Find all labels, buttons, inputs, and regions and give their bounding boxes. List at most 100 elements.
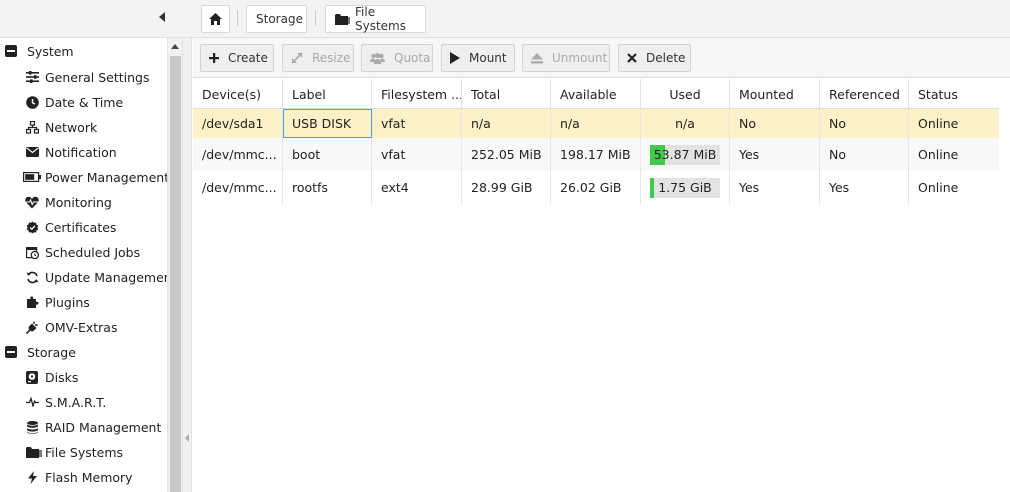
heartbeat-icon xyxy=(25,195,39,209)
cell-status: Online xyxy=(918,116,959,131)
unmount-button[interactable]: Unmount xyxy=(522,44,610,72)
used-progress-text: 1.75 GiB xyxy=(658,179,712,195)
breadcrumb-home-button[interactable] xyxy=(201,5,230,33)
sidebar-item-flash-memory[interactable]: Flash Memory xyxy=(0,465,168,490)
sidebar-item-label: General Settings xyxy=(45,70,150,85)
sidebar-item-label: Disks xyxy=(45,370,79,385)
refresh-icon xyxy=(25,270,39,284)
column-header-status[interactable]: Status xyxy=(909,79,999,109)
sidebar-item-file-systems[interactable]: File Systems xyxy=(0,440,168,465)
sidebar-item-label: Update Management xyxy=(45,270,168,285)
table-row[interactable]: /dev/mmc... boot vfat 252.05 MiB 198.17 … xyxy=(193,138,999,171)
resize-button-label: Resize xyxy=(312,51,351,65)
collapse-group-icon[interactable] xyxy=(5,45,17,57)
sidebar-item-certificates[interactable]: Certificates xyxy=(0,215,168,240)
scroll-up-icon[interactable] xyxy=(171,44,179,49)
breadcrumb-storage[interactable]: Storage xyxy=(246,5,307,33)
column-header-referenced[interactable]: Referenced xyxy=(820,79,909,109)
sidebar-item-power-management[interactable]: Power Management xyxy=(0,165,168,190)
cell-mounted: Yes xyxy=(730,138,820,171)
sidebar-item-update-management[interactable]: Update Management xyxy=(0,265,168,290)
sidebar-item-raid-management[interactable]: RAID Management xyxy=(0,415,168,440)
create-button-label: Create xyxy=(228,51,268,65)
x-icon xyxy=(627,53,637,63)
panel-splitter[interactable] xyxy=(182,38,192,492)
column-header-available[interactable]: Available xyxy=(551,79,641,109)
folder-icon xyxy=(335,13,350,26)
file-systems-grid: Device(s) Label Filesystem ... Total Ava… xyxy=(193,79,1010,492)
cell-total: 252.05 MiB xyxy=(462,138,551,171)
cell-label: boot xyxy=(283,138,372,171)
table-row[interactable]: /dev/mmc... rootfs ext4 28.99 GiB 26.02 … xyxy=(193,171,999,204)
cell-available: n/a xyxy=(551,109,641,138)
top-bar: Storage File Systems xyxy=(0,0,1010,38)
sidebar-item-date-time[interactable]: Date & Time xyxy=(0,90,168,115)
calendar-clock-icon xyxy=(25,245,39,259)
sidebar-item-general-settings[interactable]: General Settings xyxy=(0,65,168,90)
sidebar-item-plugins[interactable]: Plugins xyxy=(0,290,168,315)
cell-available: 198.17 MiB xyxy=(551,138,641,171)
sidebar-item-label: RAID Management xyxy=(45,420,162,435)
sidebar-item-label: Certificates xyxy=(45,220,117,235)
breadcrumb-file-systems[interactable]: File Systems xyxy=(325,5,426,33)
collapse-left-icon[interactable] xyxy=(185,434,189,442)
cell-referenced: No xyxy=(820,109,909,138)
sidebar-item-label: S.M.A.R.T. xyxy=(45,395,107,410)
cell-filesystem: vfat xyxy=(372,138,462,171)
clock-icon xyxy=(25,95,39,109)
envelope-icon xyxy=(25,145,39,159)
used-progress-bar: 1.75 GiB xyxy=(650,177,720,198)
column-header-label[interactable]: Label xyxy=(283,79,372,109)
breadcrumb-storage-label: Storage xyxy=(256,12,303,26)
used-progress-text: 53.87 MiB xyxy=(653,146,717,162)
sidebar-item-label: Scheduled Jobs xyxy=(45,245,141,260)
quota-button[interactable]: Quota xyxy=(361,44,433,72)
resize-button[interactable]: Resize xyxy=(282,44,354,72)
cell-status: Online xyxy=(918,147,959,162)
sidebar-group-system[interactable]: System xyxy=(0,39,168,64)
cell-used: n/a xyxy=(641,109,730,138)
create-button[interactable]: Create xyxy=(200,44,274,72)
sidebar-item-disks[interactable]: Disks xyxy=(0,365,168,390)
cell-device: /dev/mmc... xyxy=(193,171,283,204)
mount-button-label: Mount xyxy=(469,51,507,65)
cell-mounted: Yes xyxy=(730,171,820,204)
eject-icon xyxy=(531,52,543,64)
table-row[interactable]: /dev/sda1 USB DISK vfat n/a n/a n/a No N… xyxy=(193,109,999,138)
sidebar-group-storage[interactable]: Storage xyxy=(0,340,168,365)
column-header-devices[interactable]: Device(s) xyxy=(193,79,283,109)
sidebar-item-network[interactable]: Network xyxy=(0,115,168,140)
cell-used: 1.75 GiB xyxy=(641,171,730,204)
sidebar-item-omv-extras[interactable]: OMV-Extras xyxy=(0,315,168,340)
sidebar-item-smart[interactable]: S.M.A.R.T. xyxy=(0,390,168,415)
app-window: Storage File Systems System General Sett… xyxy=(0,0,1010,492)
delete-button[interactable]: Delete xyxy=(618,44,691,72)
sidebar-item-label: Power Management xyxy=(45,170,168,185)
sidebar-item-scheduled-jobs[interactable]: Scheduled Jobs xyxy=(0,240,168,265)
mount-button[interactable]: Mount xyxy=(441,44,515,72)
bolt-icon xyxy=(25,470,39,484)
folder-icon xyxy=(25,445,42,459)
sidebar-item-notification[interactable]: Notification xyxy=(0,140,168,165)
sidebar-scrollbar[interactable] xyxy=(167,38,182,492)
column-header-total[interactable]: Total xyxy=(462,79,551,109)
column-header-filesystem[interactable]: Filesystem ... xyxy=(372,79,462,109)
column-header-used[interactable]: Used xyxy=(641,79,730,109)
cell-device: /dev/sda1 xyxy=(193,109,283,138)
collapse-navigation-icon[interactable] xyxy=(159,12,165,22)
breadcrumb-file-systems-label: File Systems xyxy=(355,5,406,33)
sidebar-item-monitoring[interactable]: Monitoring xyxy=(0,190,168,215)
cell-label[interactable]: USB DISK xyxy=(283,109,372,138)
delete-button-label: Delete xyxy=(646,51,686,65)
sidebar-navigation: System General Settings Date & Time Netw… xyxy=(0,38,168,492)
quota-button-label: Quota xyxy=(394,51,431,65)
cell-available: 26.02 GiB xyxy=(551,171,641,204)
collapse-group-icon[interactable] xyxy=(5,346,17,358)
sidebar-item-label: Notification xyxy=(45,145,117,160)
disk-icon xyxy=(25,370,39,384)
pulse-icon xyxy=(25,395,39,409)
breadcrumb-separator xyxy=(315,10,316,26)
cell-referenced: Yes xyxy=(820,171,909,204)
scrollbar-thumb[interactable] xyxy=(170,56,181,492)
column-header-mounted[interactable]: Mounted xyxy=(730,79,820,109)
